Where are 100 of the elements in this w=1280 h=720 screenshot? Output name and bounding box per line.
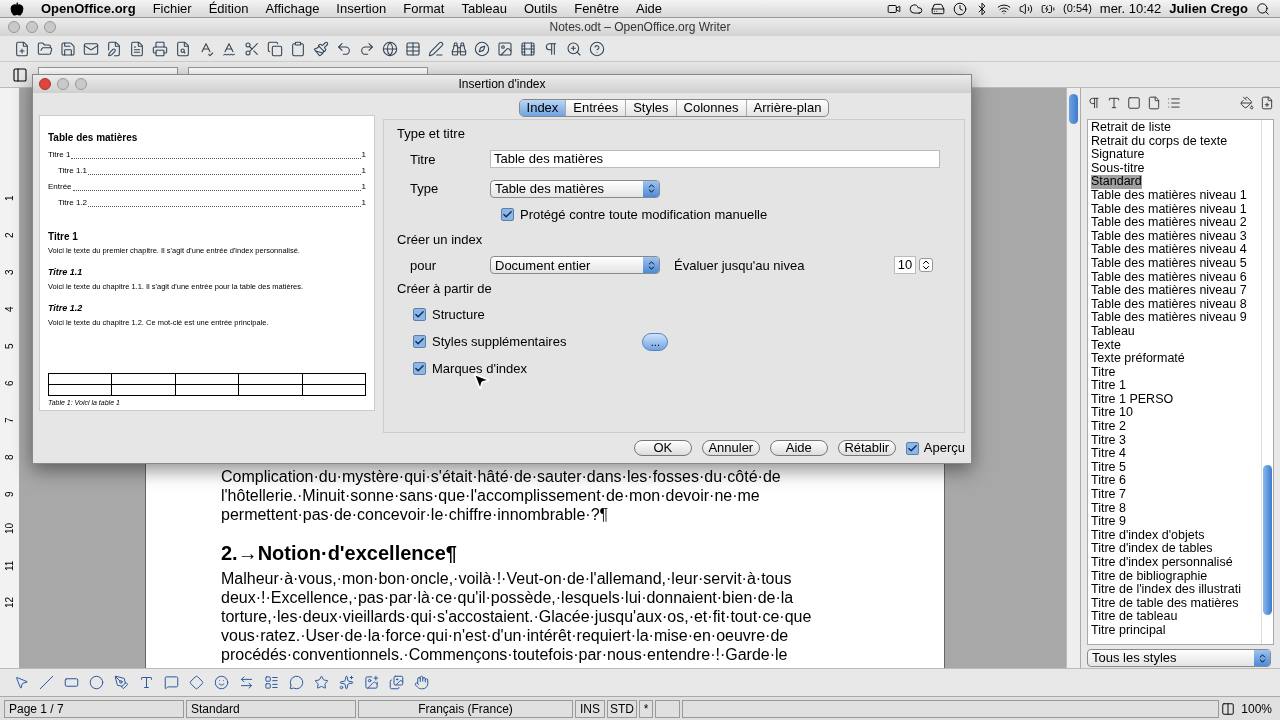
wifi-icon[interactable]: [997, 1, 1012, 16]
compass-icon[interactable]: [474, 40, 490, 57]
search-icon[interactable]: [1256, 1, 1270, 16]
style-item[interactable]: Table des matières niveau 6: [1091, 270, 1247, 285]
smiley-icon[interactable]: [214, 675, 229, 690]
style-item[interactable]: Retrait de liste: [1091, 121, 1171, 135]
paragraph-styles-icon[interactable]: [1087, 96, 1101, 110]
menu-clock[interactable]: mer. 10:42: [1099, 0, 1162, 19]
volume-icon[interactable]: [1019, 1, 1034, 16]
undo-icon[interactable]: [336, 40, 352, 57]
new-document-icon[interactable]: [14, 40, 30, 57]
menu-item[interactable]: Fenêtre: [574, 0, 619, 19]
help-icon[interactable]: [589, 40, 605, 57]
style-item[interactable]: Titre 6: [1091, 474, 1126, 489]
gallery-icon[interactable]: [389, 675, 404, 690]
style-item[interactable]: Table des matières niveau 7: [1091, 284, 1247, 298]
clock-icon[interactable]: [953, 1, 968, 16]
style-item[interactable]: Table des matières niveau 2: [1091, 216, 1247, 230]
ellipse-icon[interactable]: [89, 675, 104, 690]
dialog-tab[interactable]: Colonnes: [676, 100, 747, 116]
menu-item[interactable]: Affichage: [265, 0, 320, 19]
pdf-icon[interactable]: [129, 40, 145, 57]
pilcrow-icon[interactable]: [543, 40, 559, 57]
fontwork-icon[interactable]: [364, 675, 379, 690]
app-menu[interactable]: OpenOffice.org: [41, 0, 136, 19]
callout-icon[interactable]: [164, 675, 179, 690]
mail-icon[interactable]: [83, 40, 99, 57]
style-item[interactable]: Titre 8: [1091, 501, 1126, 516]
menu-item[interactable]: Aide: [636, 0, 663, 19]
dialog-button[interactable]: Aide: [769, 440, 828, 456]
style-item[interactable]: Titre principal: [1091, 623, 1166, 638]
stepper-icon[interactable]: [919, 258, 933, 273]
style-item[interactable]: Titre d'index de tables: [1091, 542, 1213, 556]
print-preview-icon[interactable]: [175, 40, 191, 57]
text-icon[interactable]: [139, 675, 154, 690]
style-item[interactable]: Titre 9: [1091, 515, 1126, 529]
style-item[interactable]: Table des matières niveau 8: [1091, 297, 1247, 312]
menu-item[interactable]: Outils: [523, 0, 558, 19]
style-item[interactable]: Titre de bibliographie: [1091, 569, 1208, 584]
type-dropdown[interactable]: Table des matières: [490, 179, 660, 198]
pointer-icon[interactable]: [14, 675, 29, 690]
level-field[interactable]: 10: [894, 256, 916, 275]
style-item[interactable]: Texte préformaté: [1091, 352, 1185, 366]
zoom-icon[interactable]: [566, 40, 582, 57]
style-item[interactable]: Titre d'index d'objets: [1091, 528, 1205, 543]
frame-styles-icon[interactable]: [1127, 96, 1141, 110]
title-field[interactable]: Table des matières: [490, 150, 940, 169]
paintbrush-icon[interactable]: [313, 40, 329, 57]
spellcheck-icon[interactable]: [198, 40, 214, 57]
folder-icon[interactable]: [37, 40, 53, 57]
style-item[interactable]: Titre: [1091, 365, 1116, 380]
dialog-button[interactable]: Annuler: [701, 440, 760, 456]
globe-icon[interactable]: [382, 40, 398, 57]
character-styles-icon[interactable]: [1107, 96, 1121, 110]
save-icon[interactable]: [60, 40, 76, 57]
list-scrollbar[interactable]: [1261, 120, 1273, 644]
style-item[interactable]: Tableau: [1091, 324, 1135, 339]
style-item[interactable]: Signature: [1091, 148, 1145, 162]
double-arrow-icon[interactable]: [239, 675, 254, 690]
checkbox[interactable]: [413, 308, 426, 321]
binoculars-icon[interactable]: [451, 40, 467, 57]
cloud-icon[interactable]: [909, 1, 924, 16]
redo-icon[interactable]: [359, 40, 375, 57]
style-item[interactable]: Table des matières niveau 3: [1091, 229, 1247, 244]
drive-icon[interactable]: [931, 1, 946, 16]
pen-icon[interactable]: [428, 40, 444, 57]
vertical-scrollbar[interactable]: [1066, 88, 1080, 668]
style-item[interactable]: Titre 3: [1091, 433, 1126, 448]
style-item[interactable]: Titre 7: [1091, 488, 1126, 502]
style-item[interactable]: Titre d'index personnalisé: [1091, 556, 1233, 570]
extrusion-icon[interactable]: [414, 675, 429, 690]
apple-icon[interactable]: [10, 1, 24, 16]
styles-filter-dropdown[interactable]: Tous les styles: [1087, 649, 1271, 667]
checkbox[interactable]: [413, 362, 426, 375]
new-style-icon[interactable]: [1260, 96, 1274, 110]
list-styles-icon[interactable]: [1167, 96, 1181, 110]
page-styles-icon[interactable]: [1147, 96, 1161, 110]
dialog-button[interactable]: OK: [633, 440, 692, 456]
auto-spellcheck-icon[interactable]: [221, 40, 237, 57]
copy-icon[interactable]: [267, 40, 283, 57]
style-item[interactable]: Titre de tableau: [1091, 610, 1178, 624]
paste-icon[interactable]: [290, 40, 306, 57]
points-icon[interactable]: [339, 675, 354, 690]
style-item[interactable]: Titre de table des matières: [1091, 596, 1239, 611]
dialog-tab[interactable]: Styles: [626, 100, 677, 116]
style-item[interactable]: Sous-titre: [1091, 161, 1145, 176]
menu-item[interactable]: Tableau: [461, 0, 507, 19]
close-button[interactable]: [39, 78, 51, 90]
image-icon[interactable]: [497, 40, 513, 57]
style-item[interactable]: Retrait du corps de texte: [1091, 134, 1228, 149]
styles-icon[interactable]: [12, 66, 28, 83]
printer-icon[interactable]: [152, 40, 168, 57]
rectangle-icon[interactable]: [64, 675, 79, 690]
dialog-button[interactable]: Rétablir: [837, 440, 896, 456]
menu-item[interactable]: Fichier: [152, 0, 192, 19]
style-item[interactable]: Titre 10: [1091, 406, 1133, 421]
menu-item[interactable]: Insertion: [336, 0, 387, 19]
star-icon[interactable]: [314, 675, 329, 690]
film-icon[interactable]: [520, 40, 536, 57]
style-item[interactable]: Titre 4: [1091, 447, 1126, 461]
